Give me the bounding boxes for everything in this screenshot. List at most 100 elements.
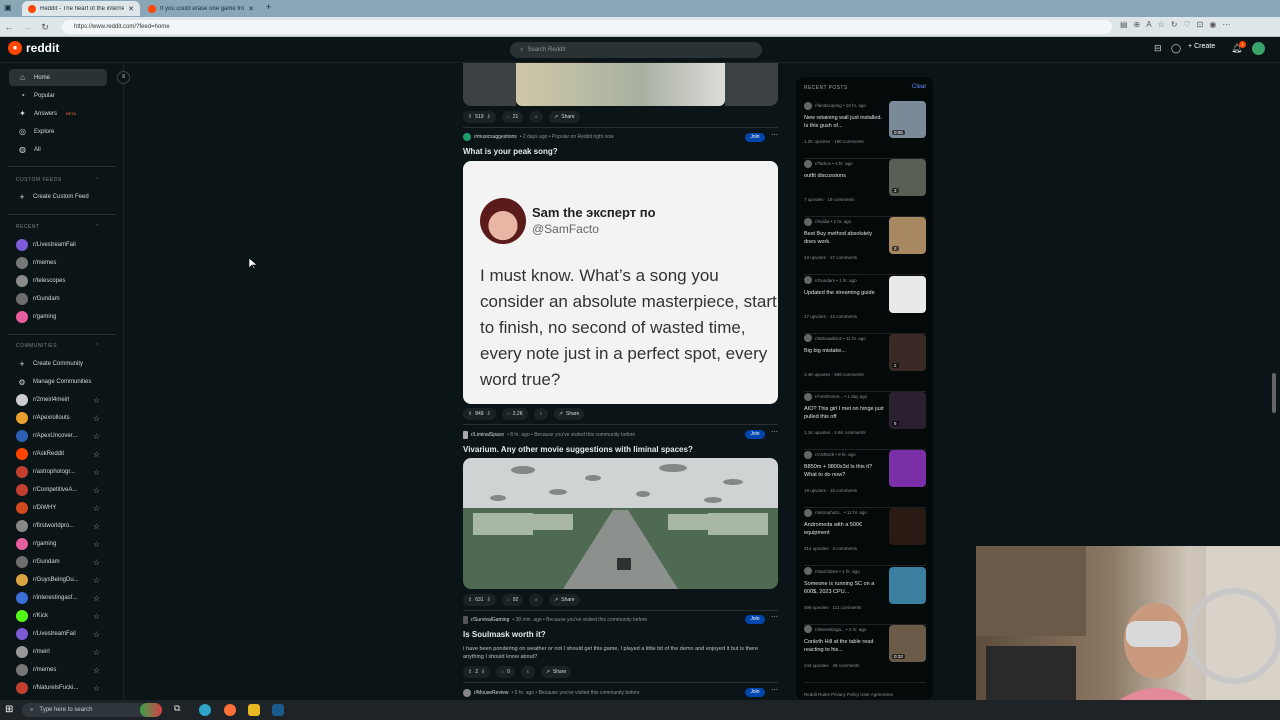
recent-post-title[interactable]: Someone is running SC on a 600$, 2023 CP… [804, 580, 884, 596]
search-input[interactable]: ⌕ Search Reddit [510, 42, 762, 58]
edge-icon[interactable] [199, 704, 211, 716]
nav-explore[interactable]: ◎ Explore [9, 123, 107, 140]
subreddit-avatar[interactable] [463, 689, 471, 697]
subreddit-link[interactable]: r/SurvivalGaming [471, 617, 509, 623]
award-button[interactable]: ♁ [529, 111, 544, 123]
more-options-icon[interactable]: ⋯ [771, 428, 778, 436]
recent-post-subreddit[interactable]: r/starcitizen • 4 hr. ago [804, 567, 889, 576]
upvote-icon[interactable]: ⇧ [468, 114, 472, 120]
browser-toolbar-icons[interactable]: ▤⊕A☆↻♡⊡◉⋯ [1120, 20, 1236, 29]
recent-post-title[interactable]: AIO? This girl I met on hinge just pulle… [804, 405, 884, 421]
post-title[interactable]: What is your peak song? [463, 147, 558, 156]
community-item[interactable]: r/ApexUncover... ☆ [16, 428, 100, 444]
new-tab-icon[interactable]: + [266, 2, 271, 12]
join-button[interactable]: Join [745, 430, 765, 439]
recent-header[interactable]: RECENT ⌃ [16, 224, 100, 230]
community-item[interactable]: r/firstworldpro... ☆ [16, 518, 100, 534]
more-options-icon[interactable]: ⋯ [771, 613, 778, 621]
page-scrollbar[interactable] [1272, 373, 1276, 413]
favorite-star-icon[interactable]: ☆ [93, 684, 100, 693]
downvote-icon[interactable]: ⇩ [487, 411, 491, 417]
award-button[interactable]: ♁ [529, 594, 544, 606]
recent-post-item[interactable]: r/starcitizen • 4 hr. ago Someone is runn… [804, 566, 926, 625]
award-button[interactable]: ♁ [520, 666, 535, 678]
favorite-star-icon[interactable]: ☆ [93, 468, 100, 477]
recent-post-item[interactable]: r/Gundam • 1 hr. ago Updated the streamin… [804, 275, 926, 334]
recent-post-thumbnail[interactable] [889, 566, 926, 604]
favorite-star-icon[interactable]: ☆ [93, 648, 100, 657]
more-options-icon[interactable]: ⋯ [771, 131, 778, 139]
community-item[interactable]: r/DiWHY ☆ [16, 500, 100, 516]
vote-control[interactable]: ⇧ 849 ⇩ [463, 408, 496, 420]
join-button[interactable]: Join [745, 133, 765, 142]
clear-recent-button[interactable]: Clear [912, 84, 926, 90]
recent-post-subreddit[interactable]: r/nvidia • 2 hr. ago [804, 217, 889, 226]
avatar[interactable] [1252, 42, 1265, 55]
comments-button[interactable]: ◌ 21 [501, 111, 524, 123]
recent-post-item[interactable]: r/landscaping • 10 hr. ago New retaining … [804, 101, 926, 159]
recent-post-title[interactable]: New retaining wall just installed. Is th… [804, 114, 884, 130]
recent-post-subreddit[interactable]: r/AmIOverre... • 1 day ago [804, 392, 889, 401]
join-button[interactable]: Join [745, 615, 765, 624]
downvote-icon[interactable]: ⇩ [487, 114, 491, 120]
post-image[interactable] [516, 63, 725, 106]
share-button[interactable]: ↗ Share [549, 111, 580, 123]
recent-post-subreddit[interactable]: r/tattooadvice • 11 hr. ago [804, 334, 889, 343]
recent-post-title[interactable]: Best Buy method absolutely does work. [804, 230, 884, 246]
recent-post-item[interactable]: r/nvidia • 2 hr. ago Best Buy method abso… [804, 217, 926, 276]
favorite-star-icon[interactable]: ☆ [93, 450, 100, 459]
forward-icon[interactable]: → [20, 20, 34, 34]
community-item[interactable]: r/Apexrollouts ☆ [16, 410, 100, 426]
create-custom-feed[interactable]: + Create Custom Feed [16, 189, 100, 205]
recent-post-subreddit[interactable]: r/interestinga... • 2 hr. ago [804, 625, 889, 634]
recent-post-title[interactable]: Conleth Hill at the table read reacting … [804, 638, 884, 654]
community-item[interactable]: r/GuysBeingDu... ☆ [16, 572, 100, 588]
favorite-star-icon[interactable]: ☆ [93, 396, 100, 405]
recent-post-title[interactable]: outfit discussions [804, 172, 884, 180]
community-item[interactable]: r/Gundam ☆ [16, 554, 100, 570]
reddit-logo[interactable]: ● reddit [8, 41, 59, 55]
custom-feeds-header[interactable]: CUSTOM FEEDS ⌃ [16, 177, 100, 183]
community-item[interactable]: r/gaming ☆ [16, 536, 100, 552]
nav-home[interactable]: ⌂ Home [9, 69, 107, 86]
start-icon[interactable]: ⊞ [5, 704, 13, 715]
recent-post-thumbnail[interactable]: 0:33 [889, 624, 926, 662]
vote-control[interactable]: ⇧ 519 ⇩ [463, 111, 496, 123]
recent-post-title[interactable]: Updated the streaming guide [804, 289, 884, 297]
recent-post-item[interactable]: r/AmIOverre... • 1 day ago AIO? This girl… [804, 392, 926, 450]
favorite-star-icon[interactable]: ☆ [93, 594, 100, 603]
comments-button[interactable]: ◌ 0 [496, 666, 515, 678]
tab-menu-icon[interactable]: ▣ [4, 3, 12, 12]
subreddit-link[interactable]: r/musicsuggestions [474, 134, 517, 140]
recent-post-item[interactable]: r/astrophoto... • 12 hr. ago Andromeda wi… [804, 508, 926, 567]
browser-tab-erase-game[interactable]: If you could erase one game from ✕ [142, 1, 260, 16]
community-item[interactable]: r/interestingasf... ☆ [16, 590, 100, 606]
create-community[interactable]: + Create Community [16, 356, 100, 372]
post-title[interactable]: Is Soulmask worth it? [463, 630, 546, 639]
upvote-icon[interactable]: ⇧ [468, 411, 472, 417]
upvote-icon[interactable]: ⇧ [468, 597, 472, 603]
recent-post-item[interactable]: r/tattooadvice • 11 hr. ago Big big mista… [804, 333, 926, 392]
favorite-star-icon[interactable]: ☆ [93, 558, 100, 567]
ads-icon[interactable]: ⊟ [1154, 43, 1162, 54]
downvote-icon[interactable]: ⇩ [487, 597, 491, 603]
collapse-sidebar-button[interactable]: ≡ [117, 71, 130, 84]
file-explorer-icon[interactable] [248, 704, 260, 716]
community-item[interactable]: r/Kick ☆ [16, 608, 100, 624]
favorite-star-icon[interactable]: ☆ [93, 414, 100, 423]
recent-post-thumbnail[interactable]: 5 [889, 392, 926, 429]
recent-post-title[interactable]: B850m + 9800x3d Is this it? What to do n… [804, 463, 884, 479]
share-button[interactable]: ↗ Share [540, 666, 572, 678]
community-item[interactable]: r/LivestreamFail ☆ [16, 626, 100, 642]
community-item[interactable]: r/AskReddit ☆ [16, 446, 100, 462]
subreddit-avatar[interactable] [463, 616, 468, 624]
community-item[interactable]: r/CompetitiveA... ☆ [16, 482, 100, 498]
post-image[interactable] [463, 458, 778, 589]
recent-post-thumbnail[interactable] [889, 508, 926, 546]
favorite-star-icon[interactable]: ☆ [93, 522, 100, 531]
close-tab-icon[interactable]: ✕ [248, 5, 254, 13]
recent-community-item[interactable]: r/memes [16, 255, 100, 271]
create-button[interactable]: + Create [1188, 43, 1215, 50]
post-image[interactable]: Sam the эксперт по @SamFacto I must know… [463, 161, 778, 404]
nav-popular[interactable]: ◔ Popular [9, 87, 107, 104]
